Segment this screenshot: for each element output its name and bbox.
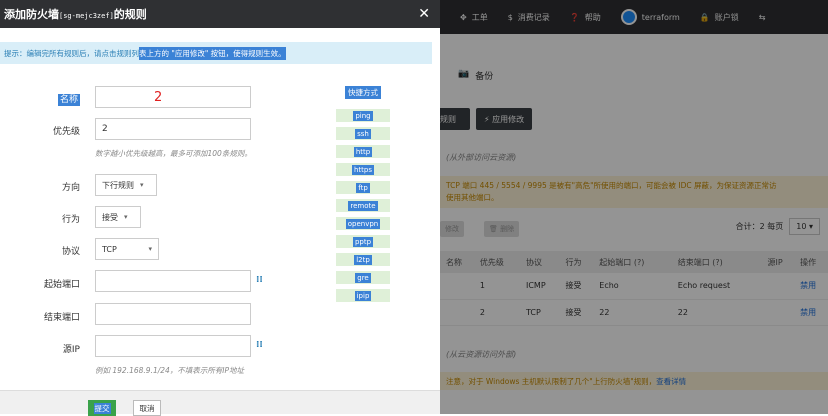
action-select[interactable]: 接受 ▾ (95, 206, 141, 228)
name-row: 名称 (0, 92, 80, 106)
quick-ssh-button[interactable]: ssh (336, 127, 390, 140)
protocol-label: 协议 (61, 247, 80, 257)
name-input[interactable]: 2 (95, 86, 251, 108)
priority-help: 数字越小优先级越高，最多可添加100条规则。 (95, 149, 252, 158)
chevron-down-icon: ▾ (124, 213, 128, 221)
direction-row: 方向 (0, 180, 80, 193)
protocol-row: 协议 (0, 244, 80, 257)
start-port-label: 起始端口 (43, 280, 80, 290)
end-port-label: 结束端口 (43, 313, 80, 323)
info-tip: 提示：编辑完所有规则后，请点击规则列 表上方的 "应用修改" 按钮，使得规则生效。 (0, 42, 432, 64)
direction-select[interactable]: 下行规则 ▾ (95, 174, 157, 196)
quick-openvpn-button[interactable]: openvpn (336, 217, 390, 230)
quick-https-button[interactable]: https (336, 163, 390, 176)
quick-shortcuts: 快捷方式 ping ssh http https ftp remote openvpn ppt… (336, 86, 390, 307)
priority-input[interactable]: 2 (95, 118, 251, 140)
port-picker-icon[interactable]: ⁞⁞ (256, 275, 263, 285)
source-ip-help: 例如 192.168.9.1/24，不填表示所有IP地址 (95, 366, 245, 375)
priority-label: 优先级 (52, 127, 80, 137)
direction-label: 方向 (61, 183, 80, 193)
start-port-row: 起始端口 (0, 277, 80, 290)
quick-ipip-button[interactable]: ipip (336, 289, 390, 302)
action-row: 行为 (0, 212, 80, 225)
dialog-header: 添加防火墙[sg-mejc3zef]的规则 ✕ (0, 0, 440, 28)
close-icon[interactable]: ✕ (418, 6, 430, 22)
dialog-footer: 提交 取消 (0, 390, 440, 416)
quick-ftp-button[interactable]: ftp (336, 181, 390, 194)
source-ip-label: 源IP (62, 345, 80, 355)
name-label: 名称 (57, 94, 80, 106)
chevron-down-icon: ▾ (140, 181, 144, 189)
quick-shortcuts-title: 快捷方式 (345, 86, 381, 99)
quick-gre-button[interactable]: gre (336, 271, 390, 284)
quick-remote-button[interactable]: remote (336, 199, 390, 212)
add-rule-dialog: 添加防火墙[sg-mejc3zef]的规则 ✕ 提示：编辑完所有规则后，请点击规… (0, 0, 440, 416)
source-ip-row: 源IP (0, 342, 80, 355)
end-port-row: 结束端口 (0, 310, 80, 323)
quick-ping-button[interactable]: ping (336, 109, 390, 122)
action-label: 行为 (61, 215, 80, 225)
quick-http-button[interactable]: http (336, 145, 390, 158)
source-ip-input[interactable] (95, 335, 251, 357)
end-port-input[interactable] (95, 303, 251, 325)
dialog-title: 添加防火墙[sg-mejc3zef]的规则 (4, 8, 147, 21)
quick-l2tp-button[interactable]: l2tp (336, 253, 390, 266)
start-port-input[interactable] (95, 270, 251, 292)
ip-picker-icon[interactable]: ⁞⁞ (256, 340, 263, 350)
protocol-select[interactable]: TCP ▾ (95, 238, 159, 260)
chevron-down-icon: ▾ (148, 245, 152, 253)
quick-pptp-button[interactable]: pptp (336, 235, 390, 248)
priority-row: 优先级 (0, 124, 80, 137)
